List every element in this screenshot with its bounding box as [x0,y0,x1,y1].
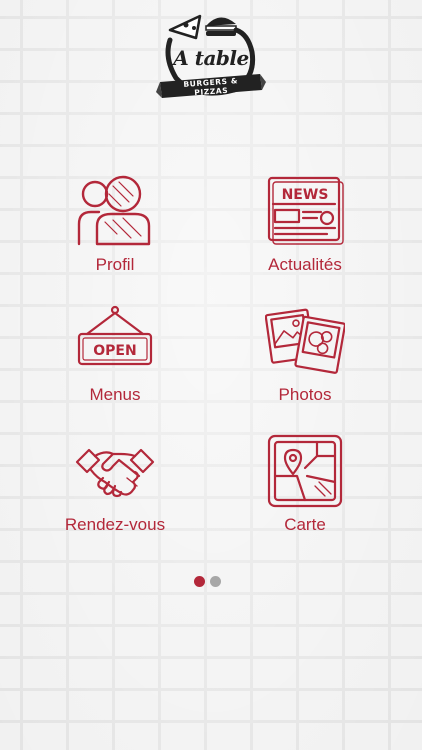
menu-item-profil[interactable]: Profil [30,172,200,287]
page-indicator[interactable] [194,576,221,588]
app-logo: A table BURGERS & PIZZAS [156,8,266,108]
menu-item-label: Actualités [268,255,342,274]
menu-item-label: Carte [284,515,326,534]
menu-item-photos[interactable]: Photos [220,302,390,417]
menu-item-label: Photos [278,385,332,404]
menu-item-carte[interactable]: Carte [220,432,390,547]
home-screen: A table BURGERS & PIZZAS Profil NEWS Act… [0,0,422,750]
profile-icon [77,175,151,246]
page-dot-1[interactable] [194,576,205,587]
handshake-icon [75,448,155,498]
map-icon [267,434,343,508]
menu-item-label: Rendez-vous [64,515,166,534]
open-sign-icon: OPEN [77,305,153,366]
photos-icon [265,308,345,374]
menu-item-rendez-vous[interactable]: Rendez-vous [30,432,200,547]
news-icon: NEWS [267,176,344,245]
menu-item-menus[interactable]: OPEN Menus [30,302,200,417]
menu-item-label: Profil [95,255,135,274]
logo-brand-text: A table [173,46,249,70]
open-sign-text: OPEN [93,343,136,359]
menu-item-actualites[interactable]: NEWS Actualités [220,172,390,287]
menu-item-label: Menus [89,385,141,404]
page-dot-2[interactable] [210,576,221,587]
news-icon-text: NEWS [282,187,329,203]
